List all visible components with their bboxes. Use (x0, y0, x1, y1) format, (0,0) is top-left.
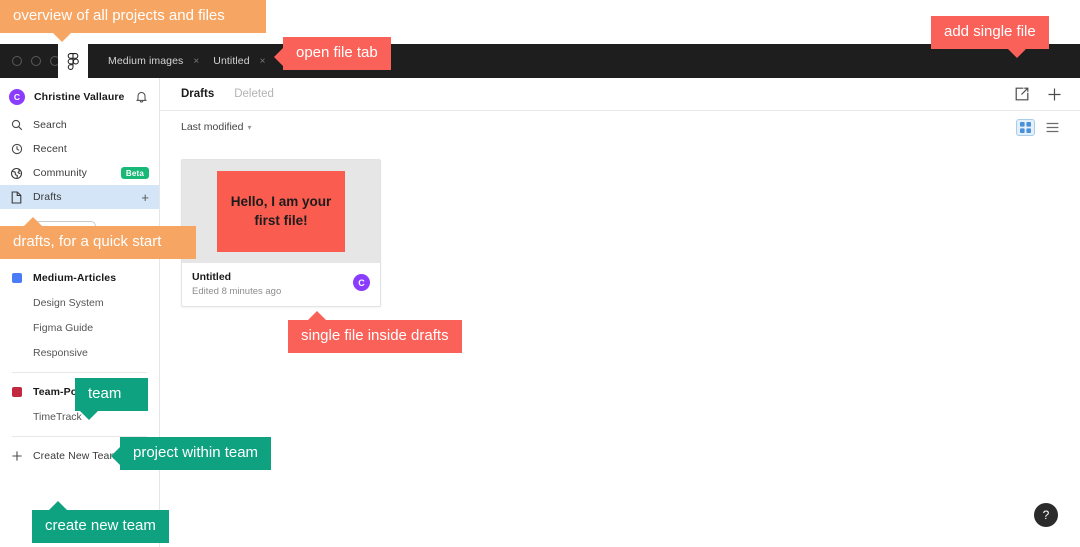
import-file-icon[interactable] (1015, 87, 1029, 101)
callout-text: drafts, for a quick start (13, 233, 162, 250)
file-edited-timestamp: Edited 8 minutes ago (192, 286, 282, 297)
avatar: C (9, 89, 25, 105)
callout-tail (23, 217, 43, 227)
callout-tail (48, 501, 68, 511)
callout-drafts: drafts, for a quick start (0, 217, 196, 259)
file-card[interactable]: Hello, I am your first file! Untitled Ed… (181, 159, 381, 307)
callout-tail (79, 410, 99, 420)
new-file-plus-icon[interactable] (1047, 87, 1062, 102)
file-thumbnail: Hello, I am your first file! (182, 160, 380, 263)
clock-icon (9, 142, 24, 157)
callout-text: project within team (133, 444, 259, 461)
close-window-dot[interactable] (12, 56, 22, 66)
sidebar-item-label: Search (33, 119, 67, 131)
callout-add-single-file: add single file (931, 16, 1049, 58)
sort-and-view-bar: Last modified ▾ (160, 111, 1080, 143)
callout-team: team (75, 378, 148, 420)
sidebar: C Christine Vallaure Search Recent Commu… (0, 78, 160, 547)
list-view-icon[interactable] (1043, 119, 1062, 136)
callout-text: single file inside drafts (301, 327, 449, 344)
callout-text: team (88, 385, 122, 402)
chevron-down-icon: ▾ (247, 123, 252, 132)
team-swatch-icon (9, 271, 24, 286)
callout-tail (111, 447, 120, 465)
file-card-meta: Untitled Edited 8 minutes ago C (182, 263, 380, 306)
sidebar-team-medium-articles[interactable]: Medium-Articles (0, 266, 159, 290)
callout-tail (307, 311, 327, 321)
tab-drafts[interactable]: Drafts (181, 88, 214, 100)
file-tab-1-close-icon[interactable]: × (256, 56, 270, 67)
callout-tail (274, 48, 283, 66)
sidebar-item-recent[interactable]: Recent (0, 137, 159, 161)
sidebar-team-label: Medium-Articles (33, 272, 117, 284)
figma-logo-icon (67, 52, 79, 70)
view-toggle (1016, 118, 1062, 136)
sort-label: Last modified (181, 121, 244, 133)
callout-tail (52, 32, 72, 42)
bell-icon[interactable] (134, 90, 149, 105)
file-tabstrip: Medium images × Untitled × + (88, 44, 298, 78)
callout-tail (1006, 48, 1027, 58)
main-content: Drafts Deleted Last modified ▾ Hello, I … (160, 78, 1080, 547)
sidebar-project-design-system[interactable]: Design System (0, 290, 159, 315)
minimize-window-dot[interactable] (31, 56, 41, 66)
callout-text: add single file (944, 23, 1036, 40)
sidebar-item-label: Community (33, 167, 87, 179)
callout-overview: overview of all projects and files (0, 0, 266, 42)
avatar: C (353, 274, 370, 291)
sidebar-item-community[interactable]: Community Beta (0, 161, 159, 185)
sidebar-item-search[interactable]: Search (0, 113, 159, 137)
callout-single-file-inside-drafts: single file inside drafts (288, 311, 462, 353)
help-button[interactable]: ? (1034, 503, 1058, 527)
status-badge: Beta (120, 167, 149, 179)
sidebar-project-figma-guide[interactable]: Figma Guide (0, 315, 159, 340)
figma-logo-button[interactable] (58, 44, 88, 78)
sidebar-divider (12, 372, 147, 373)
new-draft-plus-icon[interactable]: + (141, 191, 149, 204)
file-thumbnail-text: Hello, I am your first file! (217, 171, 345, 252)
figma-app-window: Medium images × Untitled × + C Christine… (0, 44, 1080, 547)
callout-text: overview of all projects and files (13, 7, 225, 24)
main-header: Drafts Deleted (160, 78, 1080, 111)
sidebar-user-row[interactable]: C Christine Vallaure (0, 83, 159, 111)
callout-text: open file tab (296, 44, 378, 61)
file-title: Untitled (192, 271, 232, 283)
tab-deleted[interactable]: Deleted (234, 88, 274, 100)
team-swatch-icon (9, 385, 24, 400)
plus-icon (9, 449, 24, 464)
sort-dropdown[interactable]: Last modified ▾ (181, 121, 251, 133)
sidebar-item-label: Recent (33, 143, 67, 155)
callout-create-new-team: create new team (32, 501, 169, 543)
file-tab-0-close-icon[interactable]: × (189, 56, 203, 67)
callout-open-file-tab: open file tab (274, 37, 391, 70)
file-grid: Hello, I am your first file! Untitled Ed… (160, 143, 1080, 307)
globe-icon (9, 166, 24, 181)
callout-text: create new team (45, 517, 156, 534)
file-tab-0[interactable]: Medium images (98, 44, 193, 78)
search-icon (9, 118, 24, 133)
sidebar-user-name: Christine Vallaure (34, 91, 125, 103)
window-titlebar: Medium images × Untitled × + (0, 44, 1080, 78)
file-icon (9, 190, 24, 205)
grid-view-icon[interactable] (1016, 118, 1035, 136)
sidebar-item-drafts[interactable]: Drafts + (0, 185, 159, 209)
header-actions (1015, 87, 1062, 102)
sidebar-project-responsive[interactable]: Responsive (0, 340, 159, 365)
sidebar-item-label: Drafts (33, 191, 62, 203)
callout-project-within-team: project within team (111, 437, 272, 470)
main-tabs: Drafts Deleted (181, 88, 274, 100)
file-tab-1[interactable]: Untitled (203, 44, 259, 78)
